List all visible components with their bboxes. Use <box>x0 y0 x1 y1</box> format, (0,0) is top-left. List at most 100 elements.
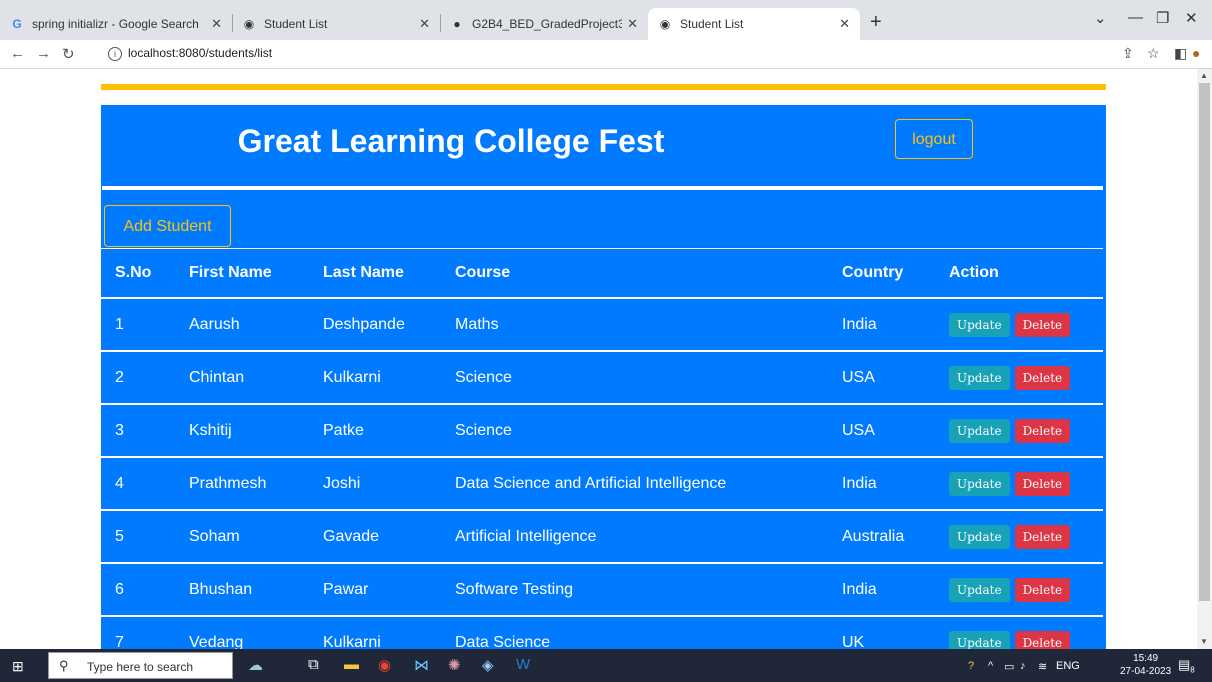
update-button[interactable]: Update <box>949 524 1010 549</box>
page-scrollbar[interactable]: ▲ ▼ <box>1197 69 1212 649</box>
tab-title: Student List <box>680 17 744 31</box>
tab-search-icon[interactable]: ⌄ <box>1094 9 1107 27</box>
address-input[interactable]: i localhost:8080/students/list <box>108 46 272 61</box>
first-name-cell: Soham <box>175 510 309 564</box>
eclipse-icon[interactable]: ◈ <box>482 656 494 674</box>
add-student-button[interactable]: Add Student <box>104 205 231 247</box>
windows-start-icon[interactable]: ⊞ <box>12 658 24 675</box>
tab-title: spring initializr - Google Search <box>32 17 199 31</box>
help-icon[interactable]: ? <box>968 660 974 672</box>
tab-bar: G spring initializr - Google Search ✕ ◉ … <box>0 0 1212 40</box>
update-button[interactable]: Update <box>949 577 1010 602</box>
scroll-up-icon[interactable]: ▲ <box>1200 71 1208 80</box>
delete-button[interactable]: Delete <box>1014 630 1071 649</box>
notification-icon[interactable]: ▤8 <box>1178 657 1195 675</box>
course-cell: Maths <box>441 298 828 352</box>
forward-icon[interactable]: → <box>36 45 51 62</box>
scrollbar-thumb[interactable] <box>1199 83 1210 601</box>
close-window-icon[interactable]: ✕ <box>1185 9 1198 27</box>
bookmark-star-icon[interactable]: ☆ <box>1147 45 1160 62</box>
menu-kebab-icon[interactable]: ⋮ <box>1206 45 1212 62</box>
close-tab-icon[interactable]: ✕ <box>839 16 850 32</box>
column-header-last-name: Last Name <box>309 248 441 299</box>
profile-avatar[interactable]: ● <box>1192 45 1200 61</box>
minimize-icon[interactable]: — <box>1128 9 1143 26</box>
table-row: 5 Soham Gavade Artificial Intelligence Austr… <box>101 510 1103 564</box>
globe-icon: ◉ <box>659 17 671 31</box>
weather-widget-icon[interactable]: ☁ <box>248 656 263 674</box>
course-cell: Artificial Intelligence <box>441 510 828 564</box>
delete-button[interactable]: Delete <box>1014 365 1071 390</box>
first-name-cell: Bhushan <box>175 563 309 617</box>
tab-google-search[interactable]: G spring initializr - Google Search ✕ <box>0 8 232 40</box>
language-indicator[interactable]: ENG <box>1056 660 1080 672</box>
students-table: S.No First Name Last Name Course Country… <box>101 248 1103 649</box>
update-button[interactable]: Update <box>949 471 1010 496</box>
new-tab-icon[interactable]: + <box>870 11 882 34</box>
country-cell: USA <box>828 404 935 458</box>
course-cell: Software Testing <box>441 563 828 617</box>
action-cell: Update Delete <box>935 510 1103 564</box>
last-name-cell: Patke <box>309 404 441 458</box>
scroll-down-icon[interactable]: ▼ <box>1200 637 1208 646</box>
delete-button[interactable]: Delete <box>1014 577 1071 602</box>
tab-student-list-1[interactable]: ◉ Student List ✕ <box>232 8 440 40</box>
top-divider <box>101 84 1106 90</box>
country-cell: India <box>828 298 935 352</box>
restore-icon[interactable]: ❐ <box>1156 9 1169 27</box>
word-icon[interactable]: W <box>516 656 530 673</box>
volume-icon[interactable]: ♪ <box>1020 660 1026 672</box>
tray-chevron-icon[interactable]: ^ <box>988 660 993 672</box>
update-button[interactable]: Update <box>949 418 1010 443</box>
delete-button[interactable]: Delete <box>1014 312 1071 337</box>
side-panel-icon[interactable]: ◧ <box>1174 45 1187 62</box>
table-row: 1 Aarush Deshpande Maths India Update Delete <box>101 298 1103 352</box>
sno-cell: 7 <box>101 616 175 649</box>
vscode-icon[interactable]: ⋈ <box>414 656 429 674</box>
taskbar-search-input[interactable]: ⚲ Type here to search <box>48 652 233 679</box>
last-name-cell: Joshi <box>309 457 441 511</box>
main-container: Great Learning College Fest logout Add S… <box>101 105 1106 649</box>
taskbar: ⊞ ⚲ Type here to search ☁ ⧉ ▬ ◉ ⋈ ✺ ◈ W … <box>0 649 1212 682</box>
tab-student-list-active[interactable]: ◉ Student List ✕ <box>648 8 860 40</box>
delete-button[interactable]: Delete <box>1014 418 1071 443</box>
close-tab-icon[interactable]: ✕ <box>627 16 638 32</box>
task-view-icon[interactable]: ⧉ <box>308 656 319 673</box>
wifi-icon[interactable]: ≋ <box>1038 660 1047 673</box>
course-cell: Data Science and Artificial Intelligence <box>441 457 828 511</box>
back-icon[interactable]: ← <box>10 45 25 62</box>
chrome-icon[interactable]: ◉ <box>378 656 391 674</box>
page-viewport: Great Learning College Fest logout Add S… <box>0 69 1197 649</box>
tab-title: G2B4_BED_GradedProject3/Ticke <box>472 17 622 31</box>
close-tab-icon[interactable]: ✕ <box>419 16 430 32</box>
action-cell: Update Delete <box>935 563 1103 617</box>
page-title: Great Learning College Fest <box>237 123 665 159</box>
column-header-course: Course <box>441 248 828 299</box>
action-cell: Update Delete <box>935 616 1103 649</box>
update-button[interactable]: Update <box>949 365 1010 390</box>
tab-github-project[interactable]: ● G2B4_BED_GradedProject3/Ticke ✕ <box>440 8 648 40</box>
first-name-cell: Vedang <box>175 616 309 649</box>
logout-button[interactable]: logout <box>895 119 973 159</box>
first-name-cell: Chintan <box>175 351 309 405</box>
table-row: 6 Bhushan Pawar Software Testing India Update… <box>101 563 1103 617</box>
close-tab-icon[interactable]: ✕ <box>211 16 222 32</box>
sno-cell: 1 <box>101 298 175 352</box>
clock[interactable]: 15:49 27-04-2023 <box>1120 652 1171 678</box>
app-icon[interactable]: ✺ <box>448 656 461 674</box>
delete-button[interactable]: Delete <box>1014 471 1071 496</box>
sno-cell: 5 <box>101 510 175 564</box>
update-button[interactable]: Update <box>949 312 1010 337</box>
file-explorer-icon[interactable]: ▬ <box>344 656 359 673</box>
delete-button[interactable]: Delete <box>1014 524 1071 549</box>
reload-icon[interactable]: ↻ <box>62 45 75 63</box>
share-icon[interactable]: ⇪ <box>1122 45 1134 62</box>
globe-icon: ◉ <box>243 17 255 31</box>
site-info-icon[interactable]: i <box>108 47 122 61</box>
update-button[interactable]: Update <box>949 630 1010 649</box>
sno-cell: 2 <box>101 351 175 405</box>
action-cell: Update Delete <box>935 457 1103 511</box>
last-name-cell: Pawar <box>309 563 441 617</box>
table-row: 4 Prathmesh Joshi Data Science and Artifici… <box>101 457 1103 511</box>
country-cell: Australia <box>828 510 935 564</box>
